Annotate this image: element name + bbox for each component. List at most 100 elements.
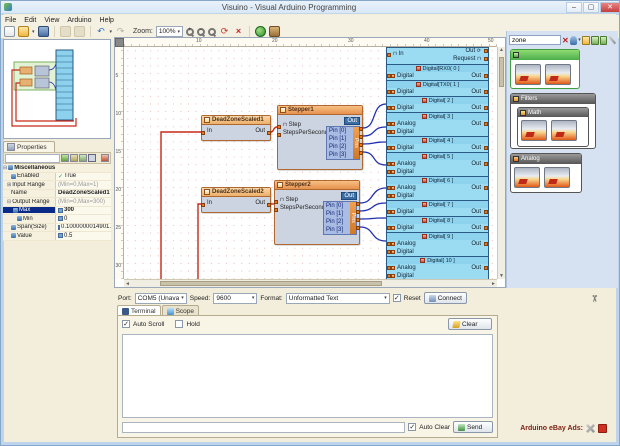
pin-out-2[interactable] (356, 218, 360, 222)
component-thumbnail[interactable] (544, 167, 570, 188)
design-canvas[interactable]: 10 20 30 40 50 5 10 15 20 25 30 DeadZone… (114, 37, 506, 288)
property-row-value[interactable]: Value 0.5 (3, 232, 111, 241)
value-editor-button[interactable] (58, 224, 60, 230)
component-thumbnail-deadzone-scaled[interactable] (545, 64, 571, 85)
pin-out-0[interactable] (359, 127, 363, 131)
component-arduino-board[interactable]: ⊓ In Out ⟳ Request ⊓ Digital[RX0( 0 ] Di… (386, 47, 489, 283)
delete-icon[interactable]: × (233, 26, 244, 37)
web-icon[interactable] (255, 26, 267, 37)
alphabetical-view-icon[interactable] (79, 154, 87, 162)
settings-wrench-icon[interactable] (608, 35, 617, 45)
pin-out-3[interactable] (359, 151, 363, 155)
out-pin[interactable] (484, 210, 488, 214)
pin-out[interactable] (267, 203, 271, 207)
ads-close-icon[interactable] (598, 424, 607, 433)
port-select[interactable]: COM5 (Unava ▾ (134, 292, 187, 304)
speed-select[interactable]: 9600 ▾ (213, 292, 258, 304)
package-icon[interactable] (269, 26, 281, 37)
grid-view-icon[interactable] (88, 154, 96, 162)
component-stepper2[interactable]: Stepper2 ⊓ Step StepsPerSecond Out Pin [… (274, 180, 360, 245)
board-channel-2[interactable]: Digital[ 2 ] Digital Out (387, 96, 488, 112)
zoom-out-icon[interactable]: − (197, 27, 206, 36)
stepper-out-channel[interactable]: Out (344, 117, 360, 125)
component-deadzonescaled2[interactable]: DeadZoneScaled2 In Out (201, 187, 271, 213)
expand-all-icon[interactable] (590, 35, 599, 45)
board-channel-5[interactable]: Digital[ 5 ] Analog Out Digital (387, 152, 488, 176)
clear-button[interactable]: Clear (448, 318, 492, 330)
terminal-output[interactable] (122, 334, 493, 418)
pin-step[interactable] (274, 200, 278, 204)
component-thumbnail-deadzone[interactable] (515, 64, 541, 85)
menu-help[interactable]: Help (100, 17, 114, 24)
component-thumbnail[interactable] (514, 167, 540, 188)
pin-out-1[interactable] (359, 135, 363, 139)
panel-tools-icon[interactable]: ✂ (588, 294, 599, 302)
refresh-icon[interactable]: ⟳ (219, 26, 230, 37)
close-button[interactable]: ✕ (600, 1, 619, 13)
zoom-in-icon[interactable]: + (186, 27, 195, 36)
view-style-icon[interactable] (569, 35, 578, 45)
property-group[interactable]: ⊟ Miscellaneous (3, 164, 111, 173)
maximize-button[interactable]: ▢ (583, 1, 599, 13)
reset-checkbox[interactable]: ✓ (392, 294, 401, 302)
board-channel-1[interactable]: Digital[TX0( 1 ] Digital Out (387, 80, 488, 96)
board-channel-0[interactable]: Digital[RX0( 0 ] Digital Out (387, 64, 488, 80)
value-editor-button[interactable] (58, 207, 63, 213)
overview-minimap[interactable] (3, 39, 111, 139)
pin-out-1[interactable] (356, 210, 360, 214)
component-search-input[interactable] (509, 35, 561, 45)
pin-in[interactable] (201, 131, 205, 135)
zoom-reset-icon[interactable] (208, 27, 217, 36)
board-channel-3[interactable]: Digital[ 3 ] Analog Out Digital (387, 112, 488, 136)
stepper-out-channel[interactable]: Out (341, 192, 357, 200)
property-row-name[interactable]: Name DeadZoneScaled1 (3, 189, 111, 198)
canvas-vertical-scrollbar[interactable]: ▲ ▼ (497, 47, 505, 279)
out-pin[interactable] (484, 90, 488, 94)
board-channel-9[interactable]: Digital[ 9 ] Analog Out Digital (387, 232, 488, 256)
zoom-combobox[interactable]: 100% ▾ (155, 26, 184, 37)
properties-filter-input[interactable] (5, 153, 60, 163)
view-style-dropdown-icon[interactable]: ▾ (578, 37, 581, 43)
filter-icon[interactable] (61, 154, 69, 162)
palette-group-filters[interactable]: Filters Math (510, 93, 596, 149)
pin-out-2[interactable] (359, 143, 363, 147)
pin-icon[interactable] (101, 154, 109, 162)
out-pin[interactable] (484, 74, 488, 78)
board-channel-4[interactable]: Digital[ 4 ] Digital Out (387, 136, 488, 152)
save-icon[interactable] (37, 26, 49, 37)
clear-search-icon[interactable]: ✕ (562, 36, 569, 45)
new-project-icon[interactable] (4, 26, 15, 37)
autoclear-checkbox[interactable]: ✓ (408, 423, 417, 431)
pin-step[interactable] (277, 125, 281, 129)
component-deadzonescaled1[interactable]: DeadZoneScaled1 In Out (201, 115, 271, 141)
connect-button[interactable]: Connect (423, 292, 467, 304)
undo-icon[interactable]: ↶ (96, 26, 107, 37)
value-editor-button[interactable] (58, 216, 63, 222)
pin-stepspersecond[interactable] (277, 133, 281, 137)
open-project-icon[interactable] (18, 26, 29, 37)
palette-group-math[interactable]: Math (517, 107, 589, 147)
open-dropdown-icon[interactable]: ▾ (32, 29, 35, 35)
palette-group-analog[interactable]: Analog (510, 153, 582, 193)
board-channel-8[interactable]: Digital[ 8 ] Digital Out (387, 216, 488, 232)
component-thumbnail[interactable] (521, 120, 547, 141)
send-button[interactable]: Send (453, 421, 493, 433)
hold-checkbox[interactable] (175, 320, 184, 328)
out-pin[interactable] (484, 186, 488, 190)
minimize-button[interactable]: – (566, 1, 582, 13)
out-pin[interactable] (484, 122, 488, 126)
menu-arduino[interactable]: Arduino (67, 17, 91, 24)
collapse-all-icon[interactable] (599, 35, 608, 45)
category-folder-icon[interactable] (581, 35, 590, 45)
property-row-input-range[interactable]: ⊞ Input Range (Min=0,Max=1) (3, 181, 111, 190)
property-row-max[interactable]: Max 300 (3, 206, 111, 215)
value-editor-button[interactable] (58, 233, 63, 239)
board-channel-6[interactable]: Digital[ 6 ] Analog Out Digital (387, 176, 488, 200)
board-request-pin[interactable] (484, 57, 488, 61)
pin-out[interactable] (267, 131, 271, 135)
out-pin[interactable] (484, 242, 488, 246)
component-thumbnail[interactable] (551, 120, 577, 141)
palette-group-found[interactable] (510, 49, 580, 89)
pin-stepspersecond[interactable] (274, 208, 278, 212)
board-select-icon[interactable] (59, 26, 71, 37)
